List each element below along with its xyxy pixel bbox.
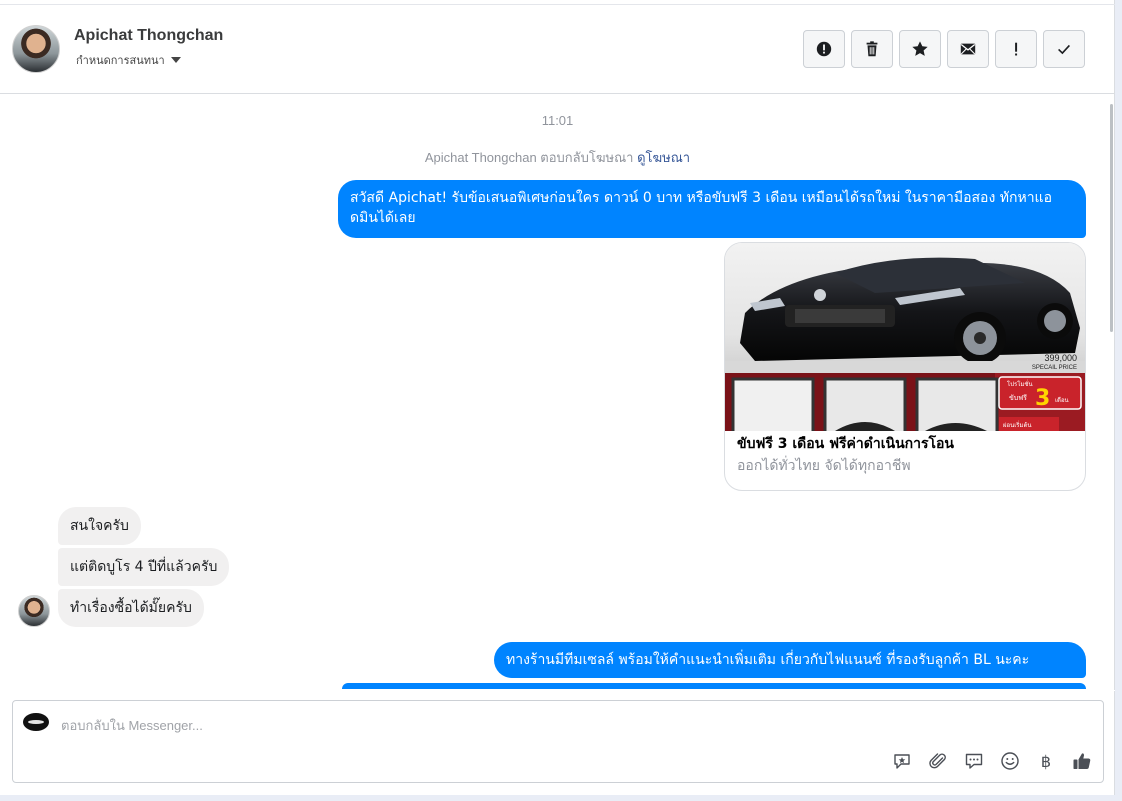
payment-button[interactable]: ฿ xyxy=(1034,749,1058,773)
card-price-caption: SPECAIL PRICE xyxy=(1032,365,1077,371)
incoming-message[interactable]: ทำเรื่องซื้อได้มั๊ยครับ xyxy=(58,589,204,627)
flag-important-button[interactable] xyxy=(995,30,1037,68)
reply-composer: ฿ xyxy=(12,700,1104,783)
ad-reply-text: Apichat Thongchan ตอบกลับโฆษณา xyxy=(424,150,634,165)
card-promo-number: 3 xyxy=(1035,386,1050,411)
card-price: 399,000 xyxy=(1044,353,1077,363)
card-promo-top: โปรโมชั่น xyxy=(1007,380,1033,388)
incoming-message[interactable]: สนใจครับ xyxy=(58,507,141,545)
incoming-message[interactable]: แต่ติดบูโร 4 ปีที่แล้วครับ xyxy=(58,548,230,586)
view-ad-link[interactable]: ดูโฆษณา xyxy=(637,150,690,165)
like-icon xyxy=(1073,753,1091,769)
outgoing-message-partial xyxy=(342,683,1086,689)
composer-tools: ฿ xyxy=(890,749,1094,773)
header-actions xyxy=(803,30,1085,68)
attachment-icon xyxy=(929,753,946,769)
conversation-header: Apichat Thongchan กำหนดการสนทนา xyxy=(0,5,1115,94)
saved-replies-icon xyxy=(965,753,983,769)
ad-card[interactable]: 399,000 SPECAIL PRICE โปรโมชั่น ขับฟรี 3… xyxy=(724,242,1086,491)
card-promo-free: ขับฟรี xyxy=(1009,394,1027,402)
exclamation-icon xyxy=(1015,42,1018,56)
star-icon xyxy=(912,41,928,56)
message-scrollbar[interactable] xyxy=(1110,104,1113,332)
ad-card-subtitle: ออกได้ทั่วไทย จัดได้ทุกอาชีพ xyxy=(737,458,911,474)
trash-icon xyxy=(866,41,878,57)
spam-report-button[interactable] xyxy=(803,30,845,68)
delete-button[interactable] xyxy=(851,30,893,68)
outgoing-message[interactable]: ทางร้านมีทีมเซลล์ พร้อมให้คำแนะนำเพิ่มเต… xyxy=(494,642,1086,678)
page-logo xyxy=(23,713,49,731)
sticker-icon xyxy=(894,754,910,769)
ad-card-title: ขับฟรี 3 เดือน ฟรีค่าดำเนินการโอน xyxy=(737,436,954,452)
assign-conversation-dropdown[interactable]: กำหนดการสนทนา xyxy=(76,51,181,69)
like-button[interactable] xyxy=(1070,749,1094,773)
star-button[interactable] xyxy=(899,30,941,68)
outgoing-message[interactable]: สวัสดี Apichat! รับข้อเสนอพิเศษก่อนใคร ด… xyxy=(338,180,1086,238)
alert-circle-icon xyxy=(816,41,832,57)
card-promo-unit: เดือน xyxy=(1055,396,1069,404)
card-promo-bottom: ผ่อนเริ่มต้น xyxy=(1003,421,1031,429)
mark-done-button[interactable] xyxy=(1043,30,1085,68)
mark-unread-button[interactable] xyxy=(947,30,989,68)
saved-replies-button[interactable] xyxy=(962,749,986,773)
caret-down-icon xyxy=(170,57,181,63)
sender-avatar xyxy=(18,595,50,627)
ad-reply-note: Apichat Thongchan ตอบกลับโฆษณา ดูโฆษณา xyxy=(0,147,1115,168)
contact-avatar[interactable] xyxy=(12,25,60,73)
envelope-icon xyxy=(960,43,976,55)
reply-input[interactable] xyxy=(61,715,961,735)
emoji-icon xyxy=(1001,752,1019,770)
check-icon xyxy=(1058,44,1070,55)
contact-name[interactable]: Apichat Thongchan xyxy=(74,27,223,45)
sticker-button[interactable] xyxy=(890,749,914,773)
conversation-panel: Apichat Thongchan กำหนดการสนทนา 11:01 Ap… xyxy=(0,0,1115,795)
assign-conversation-label: กำหนดการสนทนา xyxy=(76,54,165,67)
emoji-button[interactable] xyxy=(998,749,1022,773)
ad-card-image: 399,000 SPECAIL PRICE โปรโมชั่น ขับฟรี 3… xyxy=(725,243,1085,431)
attachment-button[interactable] xyxy=(926,749,950,773)
composer-separator xyxy=(0,690,1115,691)
message-timestamp: 11:01 xyxy=(541,113,574,128)
baht-icon: ฿ xyxy=(1040,751,1052,771)
